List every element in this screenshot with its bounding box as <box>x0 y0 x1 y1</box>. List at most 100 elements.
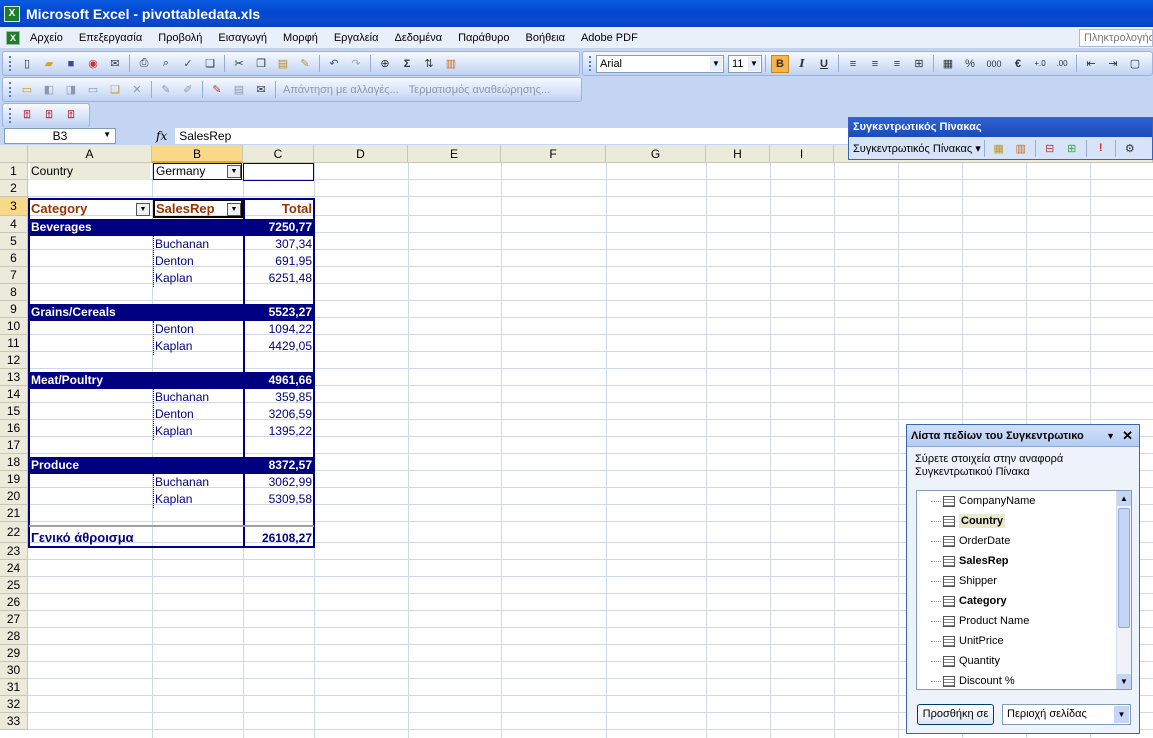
row-field-category[interactable]: Category <box>31 200 149 218</box>
show-comment-icon[interactable]: ▭ <box>84 81 102 99</box>
send-icon[interactable]: ✉ <box>252 81 270 99</box>
select-all-corner[interactable] <box>0 145 28 163</box>
menu-adobe-pdf[interactable]: Adobe PDF <box>573 32 646 44</box>
row-header[interactable]: 9 <box>0 301 28 318</box>
next-comment-icon[interactable]: ◨ <box>62 81 80 99</box>
row-header[interactable]: 16 <box>0 420 28 437</box>
row-header[interactable]: 26 <box>0 594 28 611</box>
column-header-h[interactable]: H <box>706 145 770 163</box>
column-header-g[interactable]: G <box>606 145 706 163</box>
field-list-item[interactable]: Category <box>917 591 1131 611</box>
redo-icon[interactable]: ↷ <box>347 55 365 73</box>
row-header[interactable]: 18 <box>0 454 28 471</box>
format-report-icon[interactable]: ▦ <box>990 139 1008 157</box>
row-header[interactable]: 14 <box>0 386 28 403</box>
format-painter-icon[interactable]: ✎ <box>296 55 314 73</box>
row-header[interactable]: 4 <box>0 216 28 233</box>
column-header-d[interactable]: D <box>314 145 408 163</box>
toolbar-grip[interactable] <box>589 56 592 71</box>
chevron-down-icon[interactable]: ▼ <box>710 56 722 71</box>
row-header[interactable]: 10 <box>0 318 28 335</box>
field-list-scrollbar[interactable]: ▲ ▼ <box>1116 491 1131 689</box>
category-label[interactable]: Beverages <box>31 219 151 236</box>
italic-button[interactable]: I <box>793 55 811 73</box>
row-header[interactable]: 19 <box>0 471 28 488</box>
research-icon[interactable]: ❏ <box>201 55 219 73</box>
underline-button[interactable]: U <box>815 55 833 73</box>
open-icon[interactable]: ▰ <box>40 55 58 73</box>
salesrep-label[interactable]: Denton <box>155 253 241 270</box>
column-header-b[interactable]: B <box>152 145 243 163</box>
field-list-item[interactable]: Country <box>917 511 1131 531</box>
cut-icon[interactable]: ✂ <box>230 55 248 73</box>
currency-icon[interactable]: ▦ <box>939 55 957 73</box>
field-list-item[interactable]: UnitPrice <box>917 631 1131 651</box>
data-field-total[interactable]: Total <box>246 200 312 218</box>
menu-data[interactable]: Δεδομένα <box>387 32 451 44</box>
row-header[interactable]: 25 <box>0 577 28 594</box>
row-header[interactable]: 31 <box>0 679 28 696</box>
row-header[interactable]: 33 <box>0 713 28 730</box>
add-to-button[interactable]: Προσθήκη σε <box>917 704 994 725</box>
row-header[interactable]: 8 <box>0 284 28 301</box>
field-list-item[interactable]: SalesRep <box>917 551 1131 571</box>
salesrep-label[interactable]: Kaplan <box>155 270 241 287</box>
area-select[interactable]: Περιοχή σελίδας ▼ <box>1002 704 1131 725</box>
salesrep-label[interactable]: Buchanan <box>155 389 241 406</box>
row-header[interactable]: 6 <box>0 250 28 267</box>
name-box[interactable]: B3 ▼ <box>4 128 116 144</box>
refresh-data-icon[interactable]: ! <box>1092 139 1110 157</box>
review-icon[interactable]: ✎ <box>208 81 226 99</box>
column-header-e[interactable]: E <box>408 145 501 163</box>
field-list-item[interactable]: OrderDate <box>917 531 1131 551</box>
chevron-down-icon[interactable]: ▼ <box>227 165 241 178</box>
spelling-icon[interactable]: ✓ <box>179 55 197 73</box>
row-header[interactable]: 21 <box>0 505 28 522</box>
row-header[interactable]: 22 <box>0 522 28 543</box>
font-name-select[interactable]: Arial ▼ <box>596 54 724 73</box>
increase-decimal-icon[interactable]: +.0 <box>1031 55 1049 73</box>
salesrep-label[interactable]: Kaplan <box>155 491 241 508</box>
row-header[interactable]: 32 <box>0 696 28 713</box>
field-list-item[interactable]: Discount % <box>917 671 1131 689</box>
field-list-title-bar[interactable]: Λίστα πεδίων του Συγκεντρωτικο ▼ ✕ <box>907 425 1139 447</box>
track-changes-icon[interactable]: ✎ <box>157 81 175 99</box>
print-preview-icon[interactable]: ⌕ <box>157 55 175 73</box>
salesrep-label[interactable]: Kaplan <box>155 338 241 355</box>
undo-icon[interactable]: ↶ <box>325 55 343 73</box>
align-left-icon[interactable]: ≡ <box>844 55 862 73</box>
menu-file[interactable]: Αρχείο <box>22 32 71 44</box>
chevron-down-icon[interactable]: ▼ <box>1106 425 1115 447</box>
column-header-i[interactable]: I <box>770 145 834 163</box>
column-header-c[interactable]: C <box>243 145 314 163</box>
row-header[interactable]: 1 <box>0 163 28 180</box>
new-icon[interactable]: ▯ <box>18 55 36 73</box>
close-icon[interactable]: ✕ <box>1122 425 1133 447</box>
scroll-up-icon[interactable]: ▲ <box>1117 491 1131 506</box>
chart-wizard-icon[interactable]: ▥ <box>1012 139 1030 157</box>
reply-with-changes-button[interactable]: Απάντηση με αλλαγές... <box>283 84 399 96</box>
euro-button[interactable]: € <box>1009 55 1027 73</box>
menu-format[interactable]: Μορφή <box>275 32 326 44</box>
end-review-button[interactable]: Τερματισμός αναθεώρησης... <box>409 84 550 96</box>
chart-wizard-icon[interactable]: ▥ <box>442 55 460 73</box>
show-detail-icon[interactable]: ⊞ <box>1063 139 1081 157</box>
new-comment-icon[interactable]: ▭ <box>18 81 36 99</box>
category-label[interactable]: Produce <box>31 457 151 474</box>
menu-insert[interactable]: Εισαγωγή <box>210 32 275 44</box>
scroll-down-icon[interactable]: ▼ <box>1117 674 1131 689</box>
row-header[interactable]: 5 <box>0 233 28 250</box>
save-icon[interactable]: ■ <box>62 55 80 73</box>
salesrep-label[interactable]: Buchanan <box>155 236 241 253</box>
salesrep-label[interactable]: Denton <box>155 321 241 338</box>
row-header[interactable]: 29 <box>0 645 28 662</box>
decrease-indent-icon[interactable]: ⇤ <box>1082 55 1100 73</box>
grand-total-label[interactable]: Γενικό άθροισμα <box>31 529 231 547</box>
borders-icon[interactable]: ▢ <box>1126 55 1144 73</box>
hyperlink-icon[interactable]: ⊕ <box>376 55 394 73</box>
chevron-down-icon[interactable]: ▼ <box>103 130 111 139</box>
convert-review-pdf-icon[interactable]: ⍐ <box>62 107 80 125</box>
row-header[interactable]: 23 <box>0 543 28 560</box>
percent-button[interactable]: % <box>961 55 979 73</box>
chevron-down-icon[interactable]: ▼ <box>1114 706 1129 723</box>
